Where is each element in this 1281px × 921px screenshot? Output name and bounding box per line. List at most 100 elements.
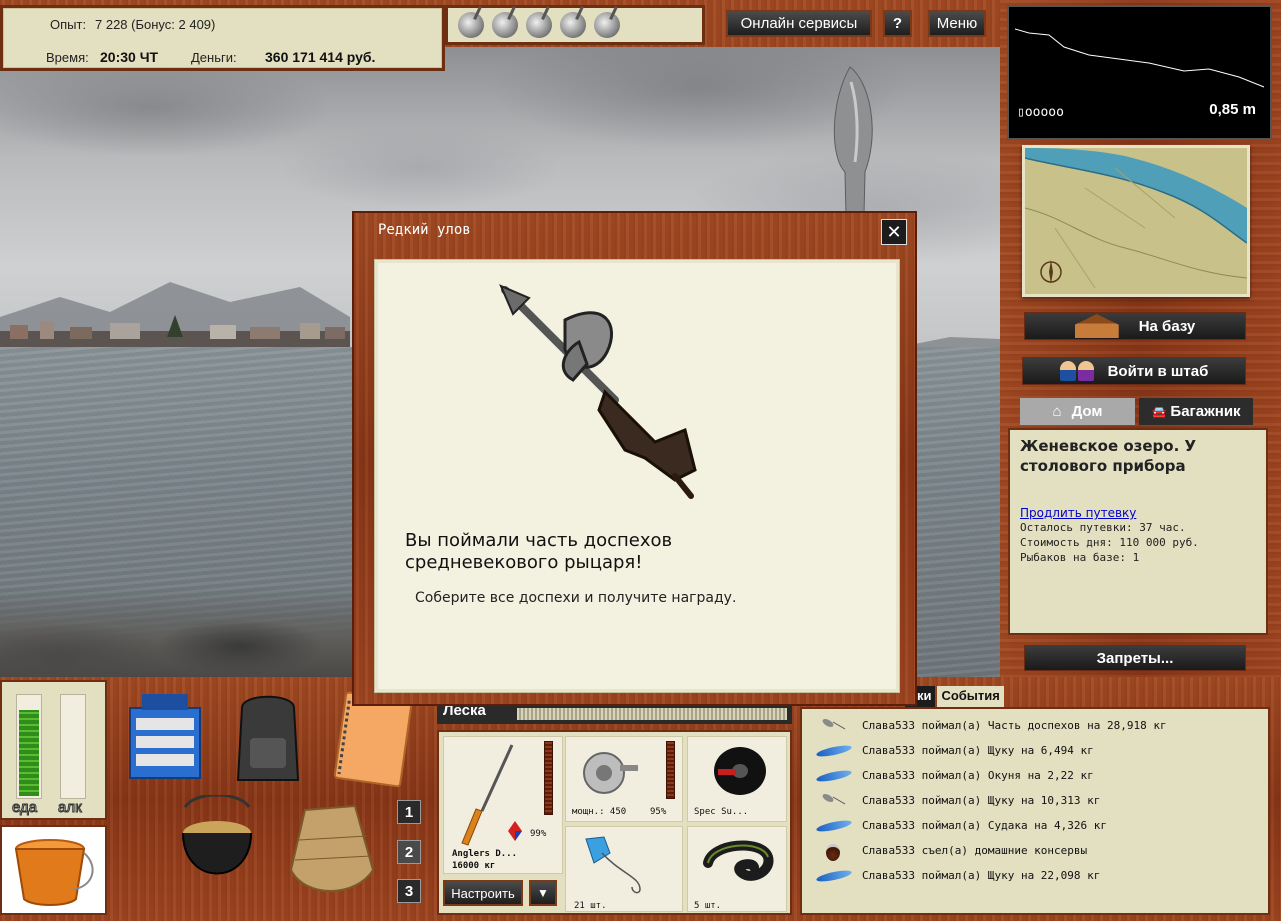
backpack-icon[interactable]	[232, 688, 304, 786]
location-map[interactable]	[1022, 145, 1250, 297]
depth-sounder: ▯ooooo 0,85 m	[1007, 5, 1272, 140]
extend-permit-link[interactable]: Продлить путевку	[1020, 506, 1256, 520]
tab-trunk-label: Багажник	[1170, 403, 1241, 420]
food-meter-fill	[19, 710, 39, 796]
bait-count: 5 шт.	[694, 901, 722, 911]
tackle-box-icon[interactable]	[122, 688, 208, 783]
log-entry: Слава533 поймал(а) Щуку на 22,098 кг	[812, 863, 1258, 888]
fish-icon	[812, 766, 854, 786]
people-icon	[1059, 361, 1094, 381]
online-services-button[interactable]: Онлайн сервисы	[726, 10, 872, 37]
anglers-at-base: Рыбаков на базе: 1	[1020, 551, 1140, 564]
line-spool-icon	[714, 747, 766, 795]
tab-home[interactable]: ⌂ Дом	[1020, 398, 1135, 425]
fish-icon	[812, 866, 854, 886]
slot-button-3[interactable]: 3	[397, 879, 421, 903]
bucket-slot[interactable]	[0, 825, 107, 915]
log-entry: Слава533 поймал(а) Судака на 4,326 кг	[812, 813, 1258, 838]
slot-button-2[interactable]: 2	[397, 840, 421, 864]
catch-headline: Вы поймали часть доспехов средневекового…	[405, 530, 875, 574]
tackle-slot-icon[interactable]	[492, 12, 518, 38]
time-value: 20:30 ЧТ	[100, 49, 159, 65]
close-icon: ✕	[886, 221, 902, 243]
log-entry: Слава533 съел(а) домашние консервы	[812, 838, 1258, 863]
catch-subtext: Соберите все доспехи и получите награду.	[415, 590, 737, 606]
location-title: Женевское озеро. У столового прибора	[1020, 437, 1197, 475]
keepnet-sack-icon[interactable]	[285, 800, 380, 900]
location-info-panel: Женевское озеро. У столового прибора Про…	[1008, 428, 1268, 635]
leech-bait-icon	[703, 840, 774, 881]
to-base-button[interactable]: На базу	[1024, 312, 1246, 340]
log-tabs: оки События	[905, 686, 1004, 708]
log-entry-text: Слава533 поймал(а) Щуку на 10,313 кг	[862, 794, 1101, 807]
reel-condition: 95%	[650, 807, 667, 817]
alcohol-meter	[60, 694, 86, 799]
tackle-slot-icon[interactable]	[594, 12, 620, 38]
shore-rocks	[0, 587, 360, 677]
rod-slot[interactable]: 99% Anglers D... 16000 кг	[443, 736, 563, 874]
town-shoreline	[0, 315, 350, 351]
fish-icon	[812, 741, 854, 761]
rare-catch-dialog: Редкий улов ✕ Вы поймали часть доспехов …	[352, 211, 917, 706]
tab-home-label: Дом	[1071, 403, 1103, 420]
restrictions-button[interactable]: Запреты...	[1024, 645, 1246, 671]
home-icon: ⌂	[1052, 403, 1062, 420]
tab-trunk[interactable]: 🚘 Багажник	[1139, 398, 1253, 425]
configure-dropdown-button[interactable]: ▼	[529, 880, 557, 906]
log-entry: Слава533 поймал(а) Часть доспехов на 28,…	[812, 713, 1258, 738]
catch-headline-line-1: Вы поймали часть доспехов	[405, 530, 673, 551]
reel-power: мощн.: 450	[572, 807, 627, 817]
catch-headline-line-2: средневекового рыцаря!	[405, 552, 643, 573]
tackle-slot-icon[interactable]	[458, 12, 484, 38]
log-entry-text: Слава533 съел(а) домашние консервы	[862, 844, 1088, 857]
lure-icon	[812, 791, 854, 811]
money-label: Деньги:	[191, 50, 237, 65]
headquarters-button[interactable]: Войти в штаб	[1022, 357, 1246, 385]
float-icon	[508, 821, 522, 841]
configure-button[interactable]: Настроить	[443, 880, 523, 906]
line-tension-track	[517, 708, 787, 720]
tackle-slot-icon[interactable]	[526, 12, 552, 38]
food-meter	[16, 694, 42, 799]
log-entry-text: Слава533 поймал(а) Окуня на 2,22 кг	[862, 769, 1094, 782]
permit-remaining: Осталось путевки: 37 час.	[1020, 521, 1186, 534]
cabin-icon	[1074, 314, 1119, 338]
depth-value: 0,85 m	[1209, 101, 1256, 118]
rod-condition-bar	[544, 741, 553, 815]
tab-events[interactable]: События	[937, 686, 1004, 708]
feeder-slot[interactable]: 21 шт.	[565, 826, 683, 912]
log-entry: Слава533 поймал(а) Окуня на 2,22 кг	[812, 763, 1258, 788]
player-stats-panel: Опыт: 7 228 (Бонус: 2 409) Время: 20:30 …	[0, 5, 445, 71]
can-icon	[812, 841, 854, 861]
event-log: Слава533 поймал(а) Часть доспехов на 28,…	[800, 707, 1270, 915]
dialog-content: Вы поймали часть доспехов средневекового…	[374, 259, 900, 693]
close-button[interactable]: ✕	[881, 219, 907, 245]
rod-condition: 99%	[530, 829, 547, 839]
reel-condition-bar	[666, 741, 675, 799]
reel-slot[interactable]: мощн.: 450 95%	[565, 736, 683, 822]
lake-map-image	[1024, 148, 1248, 294]
bait-slot[interactable]: 5 шт.	[687, 826, 787, 912]
reel-icon	[583, 752, 638, 794]
line-name: Spec Su...	[694, 807, 749, 817]
food-label: еда	[11, 799, 38, 817]
headquarters-label: Войти в штаб	[1107, 362, 1209, 380]
menu-button[interactable]: Меню	[928, 10, 986, 37]
dialog-title: Редкий улов	[378, 222, 471, 238]
cooking-pot-icon[interactable]	[175, 795, 259, 895]
help-button[interactable]: ?	[883, 10, 912, 37]
fish-icon	[812, 816, 854, 836]
rod-weight: 16000 кг	[452, 861, 496, 871]
experience-value: 7 228 (Бонус: 2 409)	[95, 17, 216, 32]
rod-name: Anglers D...	[452, 849, 518, 859]
alcohol-label: алк	[58, 799, 83, 817]
tackle-slot-icon[interactable]	[560, 12, 586, 38]
slot-button-1[interactable]: 1	[397, 800, 421, 824]
log-entry-text: Слава533 поймал(а) Судака на 4,326 кг	[862, 819, 1108, 832]
experience-label: Опыт:	[50, 17, 87, 32]
daily-cost: Стоимость дня: 110 000 руб.	[1020, 536, 1199, 549]
needs-panel: еда алк	[0, 680, 107, 820]
gear-panel: 99% Anglers D... 16000 кг мощн.: 450 95%…	[437, 730, 792, 915]
line-spool-slot[interactable]: Spec Su...	[687, 736, 787, 822]
log-entry: Слава533 поймал(а) Щуку на 10,313 кг	[812, 788, 1258, 813]
